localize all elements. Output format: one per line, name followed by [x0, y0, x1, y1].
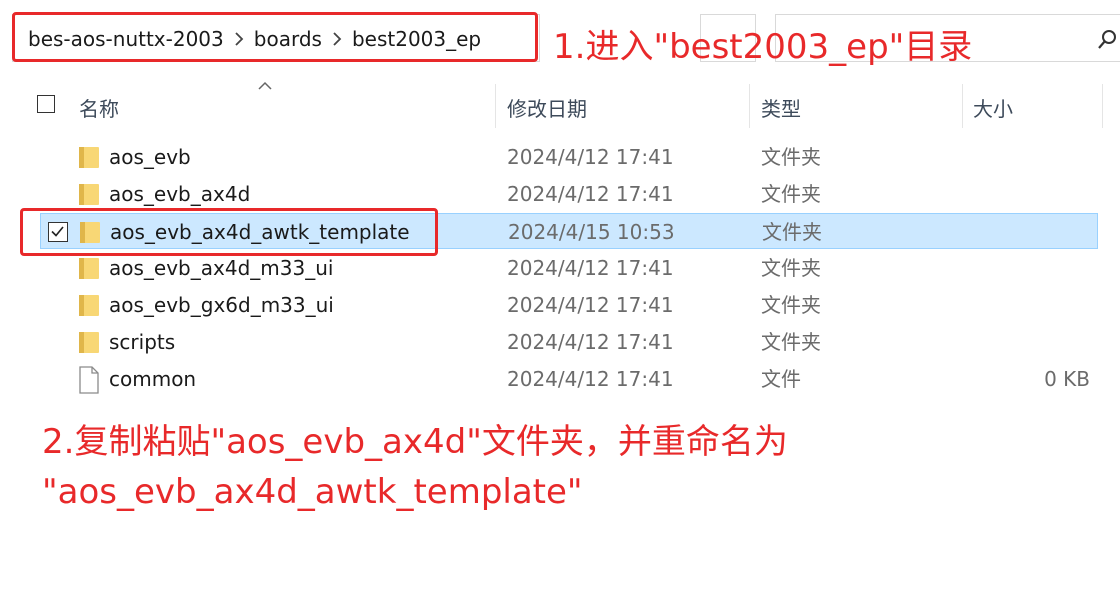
file-size: 0 KB	[1044, 367, 1090, 391]
column-divider[interactable]	[962, 84, 963, 128]
file-date: 2024/4/12 17:41	[507, 145, 674, 169]
sort-ascending-icon	[257, 76, 273, 95]
file-date: 2024/4/12 17:41	[507, 367, 674, 391]
list-item[interactable]: common 2024/4/12 17:41 文件 0 KB	[40, 361, 1098, 397]
annotation-step2-line2: "aos_evb_ax4d_awtk_template"	[42, 472, 583, 512]
column-divider[interactable]	[495, 84, 496, 128]
file-type: 文件夹	[761, 330, 821, 354]
file-name: aos_evb	[109, 145, 191, 169]
folder-icon	[77, 329, 101, 360]
select-all-checkbox[interactable]	[37, 95, 55, 113]
file-type: 文件夹	[761, 256, 821, 280]
list-item[interactable]: aos_evb_gx6d_m33_ui 2024/4/12 17:41 文件夹	[40, 287, 1098, 323]
file-date: 2024/4/12 17:41	[507, 182, 674, 206]
column-header-type[interactable]: 类型	[761, 86, 801, 128]
column-header-date[interactable]: 修改日期	[507, 86, 587, 128]
file-date: 2024/4/12 17:41	[507, 330, 674, 354]
highlight-box-folder	[20, 208, 438, 256]
file-type: 文件夹	[761, 182, 821, 206]
file-type: 文件夹	[761, 293, 821, 317]
list-item[interactable]: aos_evb 2024/4/12 17:41 文件夹	[40, 139, 1098, 175]
file-name: common	[109, 367, 197, 391]
annotation-step1: 1.进入"best2003_ep"目录	[553, 27, 973, 67]
highlight-box-address	[12, 12, 538, 62]
list-item[interactable]: scripts 2024/4/12 17:41 文件夹	[40, 324, 1098, 360]
file-name: scripts	[109, 330, 176, 354]
column-header-size[interactable]: 大小	[973, 86, 1013, 128]
list-item[interactable]: aos_evb_ax4d 2024/4/12 17:41 文件夹	[40, 176, 1098, 212]
file-date: 2024/4/12 17:41	[507, 293, 674, 317]
annotation-step2-line1: 2.复制粘贴"aos_evb_ax4d"文件夹，并重命名为	[42, 422, 788, 462]
file-type: 文件夹	[762, 220, 822, 244]
folder-icon	[77, 292, 101, 323]
folder-icon	[77, 144, 101, 175]
file-date: 2024/4/12 17:41	[507, 256, 674, 280]
file-name: aos_evb_gx6d_m33_ui	[109, 293, 334, 317]
file-icon	[77, 366, 101, 399]
file-name: aos_evb_ax4d	[109, 182, 251, 206]
column-header-name[interactable]: 名称	[79, 86, 119, 128]
column-divider[interactable]	[1102, 84, 1103, 128]
file-type: 文件	[761, 367, 801, 391]
folder-icon	[77, 255, 101, 286]
file-date: 2024/4/15 10:53	[508, 220, 675, 244]
column-divider[interactable]	[749, 84, 750, 128]
search-icon[interactable]	[1098, 29, 1118, 55]
file-type: 文件夹	[761, 145, 821, 169]
